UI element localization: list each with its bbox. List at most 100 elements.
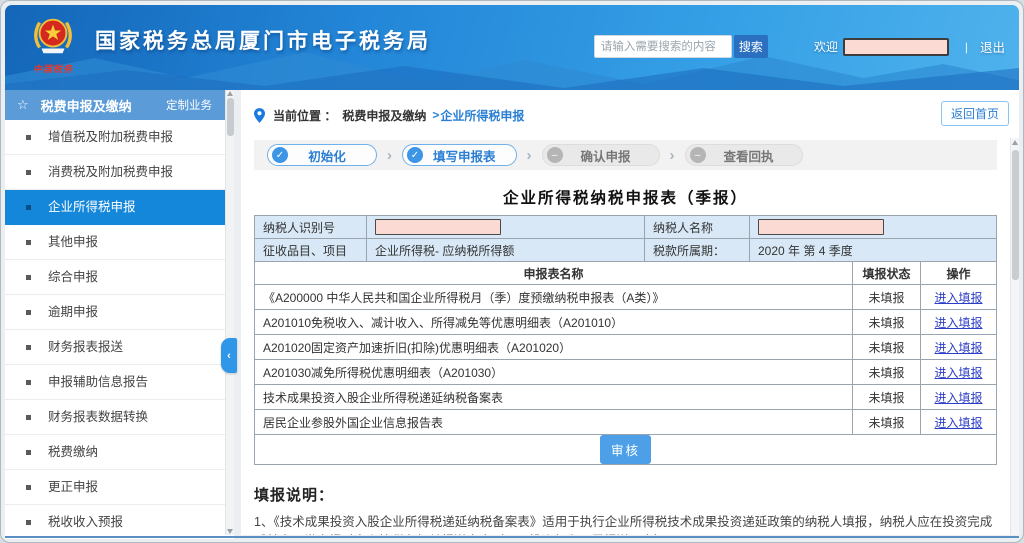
sidebar-item-other-filing[interactable]: 其他申报: [5, 225, 234, 260]
header-toolbar: 搜索 欢迎 | 退出: [594, 35, 1005, 58]
status-badge: 未填报: [853, 410, 921, 435]
header-divider: |: [965, 40, 968, 54]
taxpayer-info-table: 纳税人识别号 纳税人名称 征收品目、项目 企业所得税- 应纳税所得额 税款所属期…: [254, 215, 997, 262]
filling-instructions: 填报说明： 1、《技术成果投资入股企业所得税递延纳税备案表》适用于执行企业所得税…: [254, 484, 997, 535]
sidebar-header: ☆ 税费申报及缴纳 定制业务: [5, 90, 234, 120]
column-header-action: 操作: [921, 262, 997, 285]
window-bottom-border: [5, 536, 1019, 538]
page-title: 国家税务总局厦门市电子税务局: [95, 25, 431, 55]
dash-icon: –: [690, 147, 706, 163]
sidebar-scrollbar[interactable]: [225, 90, 234, 535]
breadcrumb-section: 税费申报及缴纳: [342, 107, 426, 124]
enter-fill-link[interactable]: 进入填报: [934, 291, 982, 305]
location-pin-icon: [254, 108, 265, 123]
scroll-up-arrow-icon[interactable]: [1012, 140, 1018, 145]
search-input[interactable]: [594, 35, 732, 58]
main-content: 当前位置 ： 税费申报及缴纳 > 企业所得税申报 返回首页 ✓ 初始化 › ✓ …: [241, 90, 1019, 535]
sidebar-scrollbar-thumb[interactable]: [227, 98, 234, 136]
table-row: A201010免税收入、减计收入、所得减免等优惠明细表（A201010） 未填报…: [255, 310, 997, 335]
step-initialize: ✓ 初始化: [267, 144, 377, 166]
enter-fill-link[interactable]: 进入填报: [934, 391, 982, 405]
step-confirm-filing: – 确认申报: [542, 144, 660, 166]
search-button[interactable]: 搜索: [734, 35, 768, 58]
form-name: A201030减免所得税优惠明细表（A201030）: [255, 360, 853, 385]
form-name: A201020固定资产加速折旧(扣除)优惠明细表（A201020）: [255, 335, 853, 360]
sidebar: ☆ 税费申报及缴纳 定制业务 增值税及附加税费申报 消费税及附加税费申报 企业所…: [5, 90, 234, 535]
breadcrumb-separator: >: [432, 108, 439, 122]
progress-steps: ✓ 初始化 › ✓ 填写申报表 › – 确认申报 › – 查看回执: [254, 140, 997, 170]
scroll-up-arrow-icon[interactable]: [227, 91, 233, 96]
table-footer-row: 审核: [255, 435, 997, 465]
check-icon: ✓: [407, 147, 423, 163]
sidebar-item-filing-auxiliary-info-report[interactable]: 申报辅助信息报告: [5, 365, 234, 400]
logo-caption: 中国税务: [25, 62, 81, 75]
status-badge: 未填报: [853, 285, 921, 310]
breadcrumb-current-link[interactable]: 企业所得税申报: [440, 107, 524, 124]
taxpayer-id-label: 纳税人识别号: [255, 216, 367, 239]
form-name: 居民企业参股外国企业信息报告表: [255, 410, 853, 435]
content-scrollbar[interactable]: [1010, 138, 1019, 535]
sidebar-item-corporate-income-tax-filing[interactable]: 企业所得税申报: [5, 190, 234, 225]
taxpayer-name-redacted: [843, 38, 949, 56]
column-header-fill-status: 填报状态: [853, 262, 921, 285]
tax-emblem-logo: 中国税务: [25, 13, 81, 75]
sidebar-item-correction-filing[interactable]: 更正申报: [5, 470, 234, 505]
audit-button[interactable]: 审核: [600, 435, 651, 464]
taxpayer-name-field-redacted[interactable]: [758, 219, 884, 235]
back-home-button[interactable]: 返回首页: [941, 101, 1009, 126]
sidebar-item-overdue-filing[interactable]: 逾期申报: [5, 295, 234, 330]
enter-fill-link[interactable]: 进入填报: [934, 316, 982, 330]
sidebar-item-tax-payment[interactable]: 税费缴纳: [5, 435, 234, 470]
brand: 中国税务 国家税务总局厦门市电子税务局: [25, 13, 431, 75]
sidebar-title: 税费申报及缴纳: [41, 96, 166, 115]
form-name: A201010免税收入、减计收入、所得减免等优惠明细表（A201010）: [255, 310, 853, 335]
sidebar-item-vat-filing[interactable]: 增值税及附加税费申报: [5, 120, 234, 155]
form-name: 技术成果投资入股企业所得税递延纳税备案表: [255, 385, 853, 410]
status-badge: 未填报: [853, 335, 921, 360]
step-chevron-icon: ›: [387, 147, 392, 164]
app-window: 中国税务 国家税务总局厦门市电子税务局 搜索 欢迎 | 退出 ☆ 税费申报及缴纳…: [0, 0, 1024, 543]
status-badge: 未填报: [853, 385, 921, 410]
step-label: 查看回执: [706, 146, 798, 165]
sidebar-item-financial-statement-data-conversion[interactable]: 财务报表数据转换: [5, 400, 234, 435]
dash-icon: –: [547, 147, 563, 163]
column-header-form-name: 申报表名称: [255, 262, 853, 285]
welcome-label: 欢迎: [814, 38, 838, 55]
collapse-arrow-icon: ‹: [227, 350, 231, 362]
star-icon: ☆: [17, 97, 29, 113]
taxpayer-id-field-redacted[interactable]: [375, 219, 501, 235]
breadcrumb-prefix: 当前位置 ：: [273, 107, 336, 124]
custom-business-link[interactable]: 定制业务: [166, 97, 212, 113]
taxpayer-name-label: 纳税人名称: [645, 216, 750, 239]
levy-item-value: 企业所得税- 应纳税所得额: [367, 239, 645, 262]
logout-link[interactable]: 退出: [980, 37, 1005, 56]
step-fill-return: ✓ 填写申报表: [402, 144, 517, 166]
step-view-receipt: – 查看回执: [685, 144, 803, 166]
table-row: A201020固定资产加速折旧(扣除)优惠明细表（A201020） 未填报 进入…: [255, 335, 997, 360]
table-row: A201030减免所得税优惠明细表（A201030） 未填报 进入填报: [255, 360, 997, 385]
sidebar-item-comprehensive-filing[interactable]: 综合申报: [5, 260, 234, 295]
breadcrumb: 当前位置 ： 税费申报及缴纳 > 企业所得税申报 返回首页: [254, 103, 997, 127]
enter-fill-link[interactable]: 进入填报: [934, 416, 982, 430]
step-chevron-icon: ›: [527, 147, 532, 164]
sidebar-menu: 增值税及附加税费申报 消费税及附加税费申报 企业所得税申报 其他申报 综合申报 …: [5, 120, 234, 540]
tax-period-value: 2020 年 第 4 季度: [750, 239, 997, 262]
declaration-forms-table: 申报表名称 填报状态 操作 《A200000 中华人民共和国企业所得税月（季）度…: [254, 261, 997, 465]
table-row: 技术成果投资入股企业所得税递延纳税备案表 未填报 进入填报: [255, 385, 997, 410]
content-scrollbar-thumb[interactable]: [1012, 150, 1019, 280]
sidebar-collapse-button[interactable]: ‹: [221, 338, 237, 373]
enter-fill-link[interactable]: 进入填报: [934, 341, 982, 355]
scroll-down-arrow-icon[interactable]: [227, 529, 233, 534]
instruction-item-1: 1、《技术成果投资入股企业所得税递延纳税备案表》适用于执行企业所得税技术成果投资…: [254, 513, 997, 535]
step-label: 初始化: [288, 146, 372, 165]
step-label: 确认申报: [563, 146, 655, 165]
enter-fill-link[interactable]: 进入填报: [934, 366, 982, 380]
status-badge: 未填报: [853, 310, 921, 335]
check-icon: ✓: [272, 147, 288, 163]
tax-emblem-icon: [30, 13, 76, 59]
step-chevron-icon: ›: [670, 147, 675, 164]
sidebar-item-consumption-tax-filing[interactable]: 消费税及附加税费申报: [5, 155, 234, 190]
sidebar-item-tax-revenue-forecast[interactable]: 税收收入预报: [5, 505, 234, 540]
sidebar-item-financial-statement-submission[interactable]: 财务报表报送: [5, 330, 234, 365]
step-label: 填写申报表: [423, 146, 512, 165]
